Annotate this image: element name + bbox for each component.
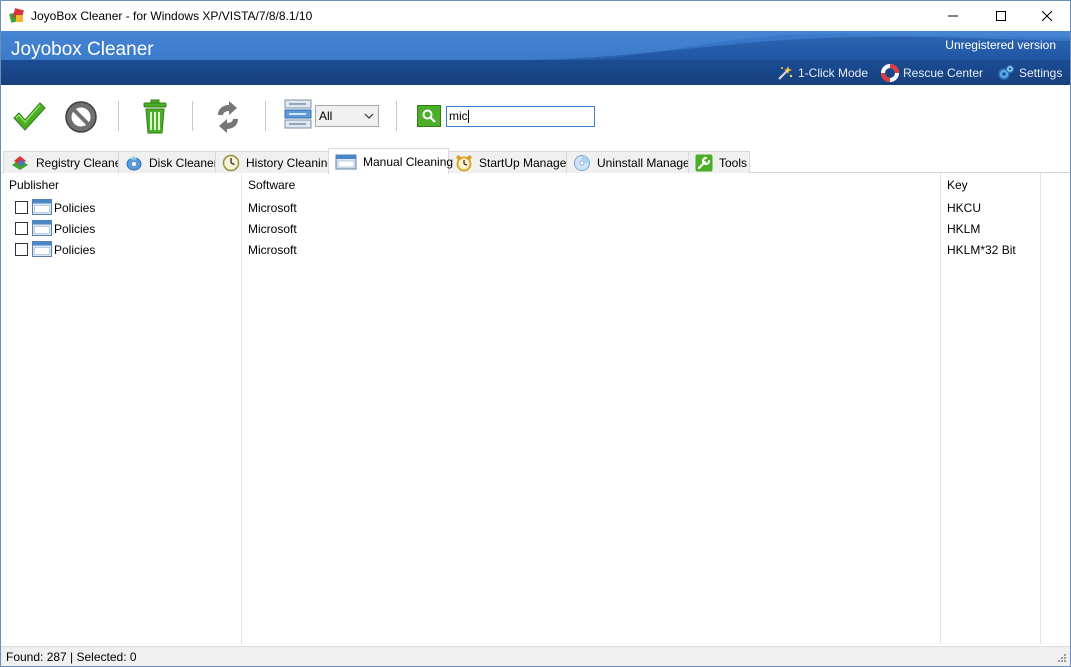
- search-button[interactable]: [417, 105, 441, 127]
- app-window: JoyoBox Cleaner - for Windows XP/VISTA/7…: [0, 0, 1071, 667]
- maximize-button[interactable]: [978, 1, 1024, 31]
- stop-button[interactable]: [61, 97, 101, 137]
- cell-software: Microsoft: [248, 201, 297, 215]
- cell-publisher: Policies: [54, 201, 96, 215]
- cell-key: HKCU: [947, 201, 982, 215]
- one-click-mode-label: 1-Click Mode: [798, 66, 869, 80]
- results-table: Publisher Software Key Policies Microsof…: [2, 173, 1069, 644]
- search-value: mic: [449, 109, 468, 123]
- window-icon: [32, 220, 52, 236]
- alarm-clock-icon: [456, 155, 472, 171]
- tab-label: Uninstall Manager: [597, 155, 694, 170]
- tab-label: Manual Cleaning: [363, 154, 454, 169]
- wrench-icon: [695, 154, 713, 171]
- app-logo-icon: [9, 8, 24, 23]
- toolbar-separator: [396, 101, 397, 131]
- lifebuoy-icon: [881, 64, 899, 82]
- refresh-button[interactable]: [208, 97, 248, 137]
- tab-label: StartUp Manager: [479, 155, 571, 170]
- cell-software: Microsoft: [248, 222, 297, 236]
- tab-tools[interactable]: Tools: [688, 151, 750, 173]
- table-row[interactable]: Policies Microsoft HKLM*32 Bit: [2, 239, 1069, 260]
- maximize-icon: [996, 11, 1006, 21]
- text-caret: [467, 110, 469, 124]
- tab-startup-manager[interactable]: StartUp Manager: [448, 151, 571, 173]
- search-input[interactable]: mic: [446, 106, 595, 127]
- column-header-publisher[interactable]: Publisher: [9, 178, 59, 192]
- chevron-down-icon: [364, 113, 374, 119]
- magic-wand-icon: [778, 66, 793, 80]
- tab-label: History Cleaning: [246, 155, 335, 170]
- settings-button[interactable]: Settings: [997, 63, 1062, 83]
- tab-registry-cleaner[interactable]: Registry Cleaner: [3, 151, 125, 173]
- cd-icon: [574, 154, 590, 171]
- minimize-icon: [948, 15, 958, 17]
- item-list-icon: [284, 99, 312, 129]
- window-title: JoyoBox Cleaner - for Windows XP/VISTA/7…: [31, 9, 313, 23]
- status-text: Found: 287 | Selected: 0: [6, 650, 137, 664]
- gears-icon: [998, 64, 1015, 80]
- one-click-mode-button[interactable]: 1-Click Mode: [776, 63, 868, 83]
- toolbar-separator: [265, 101, 266, 131]
- trash-icon: [143, 99, 167, 134]
- column-header-key[interactable]: Key: [947, 178, 968, 192]
- tab-history-cleaning[interactable]: History Cleaning: [215, 151, 334, 173]
- table-row[interactable]: Policies Microsoft HKCU: [2, 197, 1069, 218]
- row-checkbox[interactable]: [15, 201, 28, 214]
- cell-software: Microsoft: [248, 243, 297, 257]
- app-header: Joyobox Cleaner Unregistered version 1-C…: [1, 31, 1070, 85]
- table-row[interactable]: Policies Microsoft HKLM: [2, 218, 1069, 239]
- tab-label: Registry Cleaner: [36, 155, 126, 170]
- resize-grip-icon[interactable]: [1057, 653, 1067, 663]
- status-bar: Found: 287 | Selected: 0: [1, 646, 1070, 666]
- stop-icon: [65, 101, 97, 133]
- settings-label: Settings: [1019, 66, 1063, 80]
- tab-uninstall-manager[interactable]: Uninstall Manager: [566, 151, 694, 173]
- clock-icon: [222, 154, 240, 171]
- filter-dropdown[interactable]: All: [315, 105, 379, 127]
- window-icon: [335, 154, 357, 169]
- license-status[interactable]: Unregistered version: [945, 38, 1056, 52]
- tab-label: Tools: [719, 155, 748, 170]
- column-header-software[interactable]: Software: [248, 178, 295, 192]
- title-bar[interactable]: JoyoBox Cleaner - for Windows XP/VISTA/7…: [1, 1, 1070, 31]
- apply-button[interactable]: [9, 97, 49, 137]
- toolbar-separator: [192, 101, 193, 131]
- rescue-center-label: Rescue Center: [903, 66, 984, 80]
- toolbar-separator: [118, 101, 119, 131]
- registry-icon: [12, 155, 28, 170]
- cell-publisher: Policies: [54, 243, 96, 257]
- refresh-icon: [218, 101, 238, 133]
- tab-disk-cleaner[interactable]: Disk Cleaner: [118, 151, 218, 173]
- row-checkbox[interactable]: [15, 222, 28, 235]
- row-checkbox[interactable]: [15, 243, 28, 256]
- cell-key: HKLM*32 Bit: [947, 243, 1016, 257]
- tab-label: Disk Cleaner: [149, 155, 218, 170]
- search-icon: [422, 109, 436, 123]
- close-icon: [1042, 11, 1052, 21]
- minimize-button[interactable]: [930, 1, 976, 31]
- window-icon: [32, 199, 52, 215]
- toolbar: All mic: [1, 85, 1070, 149]
- cell-key: HKLM: [947, 222, 981, 236]
- close-button[interactable]: [1024, 1, 1070, 31]
- rescue-center-button[interactable]: Rescue Center: [881, 63, 983, 83]
- checkmark-icon: [13, 102, 46, 131]
- window-icon: [32, 241, 52, 257]
- tab-strip: Registry Cleaner Disk Cleaner History Cl…: [1, 148, 1070, 174]
- cell-publisher: Policies: [54, 222, 96, 236]
- filter-value: All: [319, 109, 333, 123]
- tab-manual-cleaning[interactable]: Manual Cleaning: [328, 148, 453, 174]
- delete-button[interactable]: [135, 97, 175, 137]
- disk-icon: [126, 155, 142, 170]
- header-app-name: Joyobox Cleaner: [11, 39, 154, 60]
